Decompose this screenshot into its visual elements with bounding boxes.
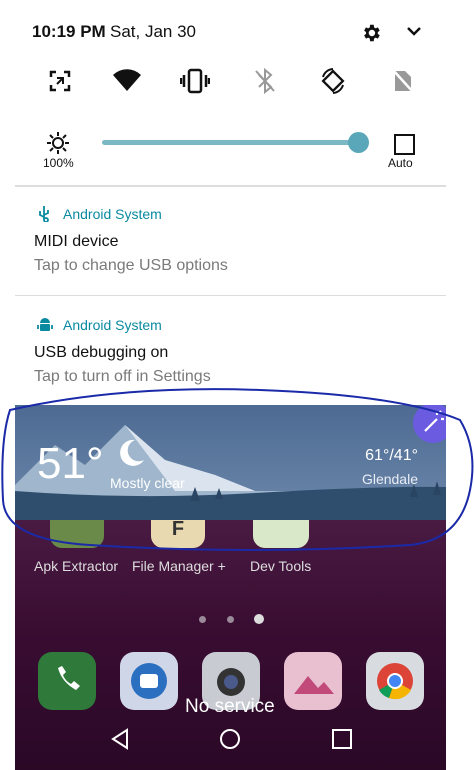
vibrate-icon[interactable] — [180, 66, 210, 96]
page-indicator-dot-active — [254, 614, 264, 624]
notification-subtitle: Tap to turn off in Settings — [34, 368, 211, 385]
messages-app-icon[interactable] — [120, 652, 178, 710]
weather-temperature: 51° — [37, 439, 104, 488]
chrome-app-icon[interactable] — [366, 652, 424, 710]
auto-brightness-checkbox[interactable] — [394, 134, 415, 155]
sim-off-icon[interactable] — [388, 66, 418, 96]
bluetooth-off-icon[interactable] — [250, 66, 280, 96]
weather-widget[interactable]: 51° Mostly clear 61°/41° Glendale — [15, 405, 446, 520]
status-time: 10:19 PM — [32, 22, 106, 41]
notification-usb-debugging[interactable]: Android System USB debugging on Tap to t… — [15, 296, 446, 405]
notification-title: USB debugging on — [34, 344, 169, 361]
page-indicator-dot — [199, 616, 206, 623]
brightness-level-label: 100% — [43, 156, 74, 170]
brightness-sun-icon — [47, 132, 69, 159]
moon-icon — [115, 437, 147, 474]
expand-chevron-icon[interactable] — [405, 24, 423, 43]
dev-tools-icon[interactable] — [253, 518, 309, 548]
app-label-dev-tools[interactable]: Dev Tools — [250, 558, 311, 574]
brightness-slider-thumb[interactable] — [348, 132, 369, 153]
app-label-apk-extractor[interactable]: Apk Extractor — [34, 558, 118, 574]
android-icon — [37, 316, 53, 331]
notification-app-name: Android System — [63, 206, 162, 222]
wifi-icon[interactable] — [112, 66, 142, 96]
file-manager-icon[interactable]: F — [151, 518, 205, 548]
usb-icon — [37, 206, 51, 223]
notification-subtitle: Tap to change USB options — [34, 257, 228, 274]
notification-midi[interactable]: Android System MIDI device Tap to change… — [15, 187, 446, 295]
brightness-slider-track[interactable] — [102, 140, 360, 145]
recents-button[interactable] — [331, 728, 353, 755]
weather-condition: Mostly clear — [110, 475, 185, 491]
back-button[interactable] — [110, 728, 130, 755]
home-button[interactable] — [219, 728, 241, 755]
phone-app-icon[interactable] — [38, 652, 96, 710]
page-indicator-dot — [227, 616, 234, 623]
screen-capture-icon[interactable] — [45, 66, 75, 96]
notification-app-name: Android System — [63, 317, 162, 333]
quick-settings-panel: 10:19 PM Sat, Jan 30 100% Auto — [15, 0, 446, 185]
no-service-text: No service — [185, 696, 275, 717]
auto-brightness-label: Auto — [388, 156, 413, 170]
app-label-file-manager[interactable]: File Manager + — [132, 558, 226, 574]
notification-title: MIDI device — [34, 233, 119, 250]
status-date: Sat, Jan 30 — [110, 22, 197, 41]
apk-extractor-icon[interactable] — [50, 518, 104, 548]
auto-rotate-icon[interactable] — [318, 66, 348, 96]
weather-city: Glendale — [361, 471, 418, 487]
weather-high-low: 61°/41° — [365, 447, 418, 464]
gallery-app-icon[interactable] — [284, 652, 342, 710]
widget-edit-icon[interactable] — [413, 405, 446, 443]
settings-gear-icon[interactable] — [360, 22, 382, 49]
